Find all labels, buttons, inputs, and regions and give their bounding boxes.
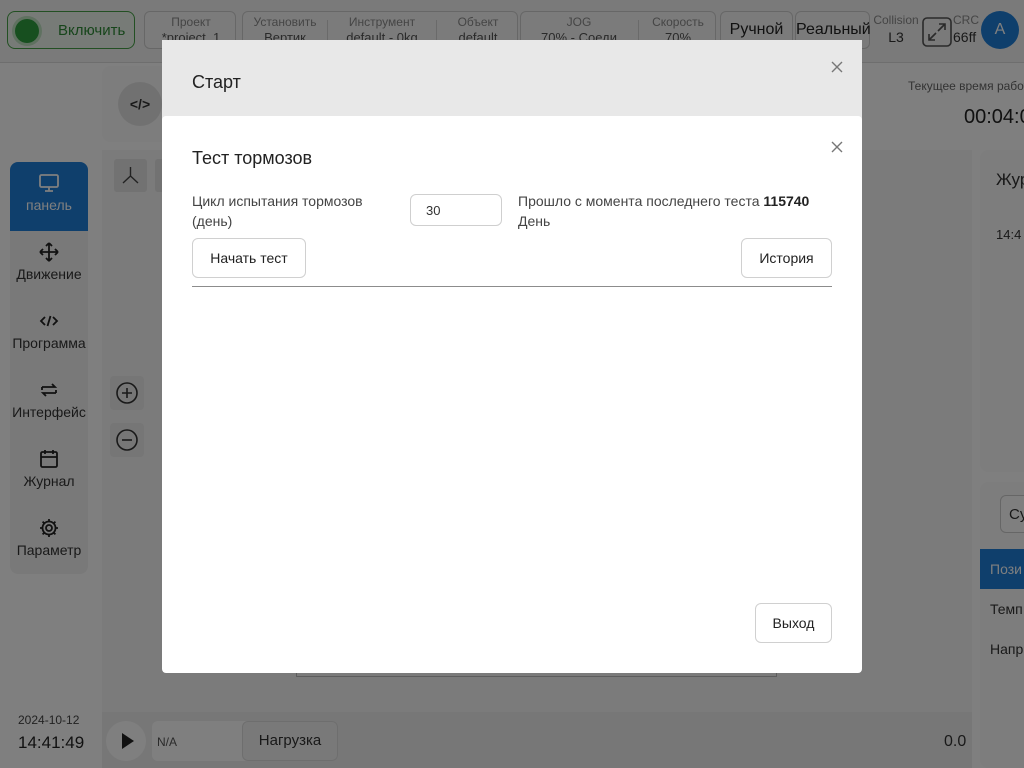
start-dialog-title: Старт [192, 72, 241, 92]
cycle-input[interactable] [410, 194, 502, 226]
brake-test-dialog: Тест тормозов Цикл испытания тормозов (д… [162, 116, 862, 673]
history-button[interactable]: История [741, 238, 832, 278]
cycle-label: Цикл испытания тормозов (день) [192, 193, 363, 229]
elapsed-prefix: Прошло с момента последнего теста [518, 193, 760, 209]
elapsed-unit: День [518, 213, 551, 229]
close-icon[interactable] [830, 60, 844, 74]
start-test-button[interactable]: Начать тест [192, 238, 306, 278]
elapsed-value: 115740 [763, 193, 810, 209]
start-dialog: Старт [162, 40, 862, 120]
exit-button[interactable]: Выход [755, 603, 832, 643]
divider [192, 286, 832, 287]
dialog-title: Тест тормозов [192, 148, 313, 168]
close-icon[interactable] [830, 140, 844, 154]
elapsed-text: Прошло с момента последнего теста 115740… [518, 191, 838, 231]
